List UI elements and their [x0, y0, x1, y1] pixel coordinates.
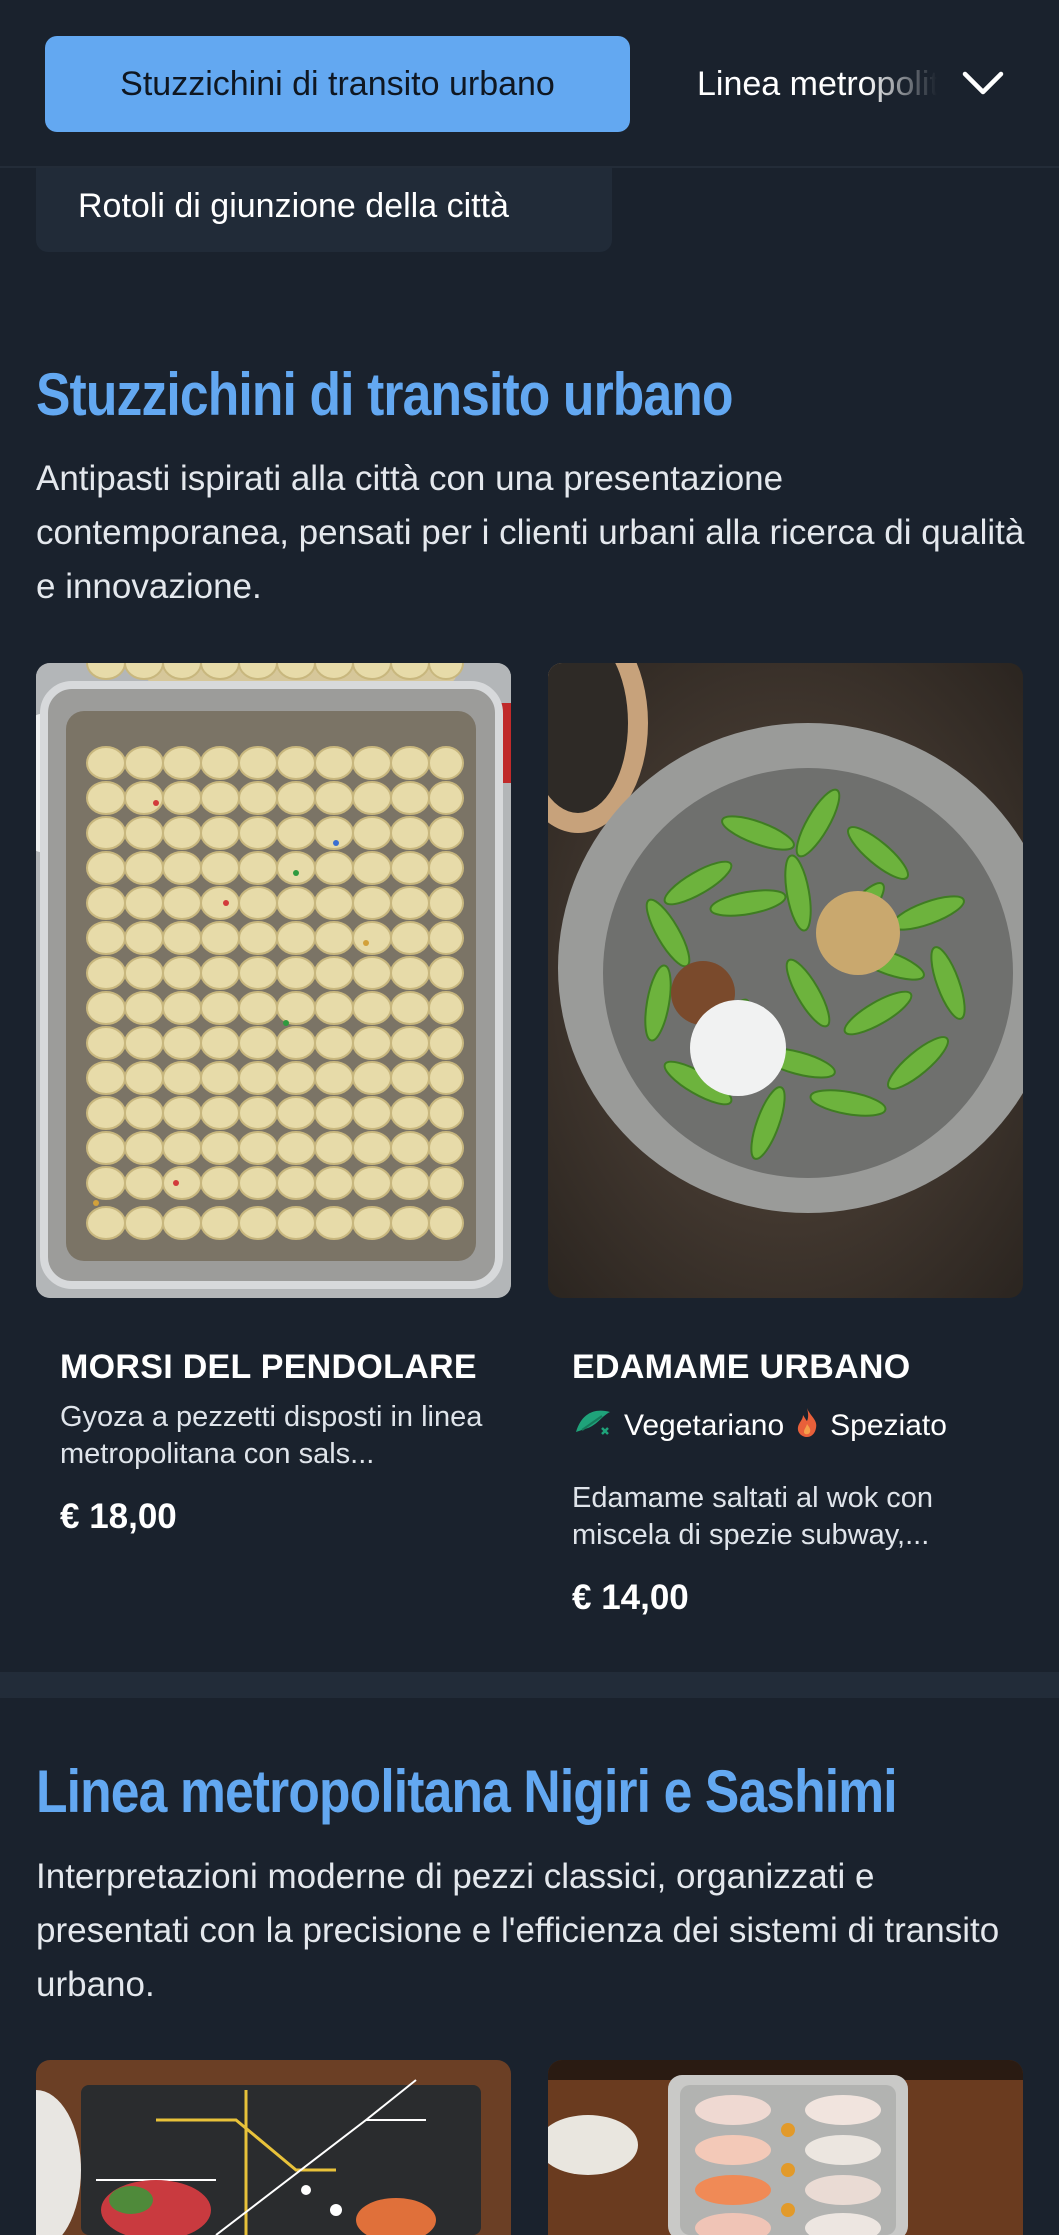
tag-vegetariano: Vegetariano	[572, 1406, 784, 1446]
section-title: Stuzzichini di transito urbano	[36, 361, 733, 428]
item-name: EDAMAME URBANO	[572, 1348, 911, 1386]
tag-label: Speziato	[830, 1409, 947, 1442]
item-name: MORSI DEL PENDOLARE	[60, 1348, 477, 1386]
dropdown-item-rotoli[interactable]: Rotoli di giunzione della città	[36, 160, 612, 252]
section-title: Linea metropolitana Nigiri e Sashimi	[36, 1758, 898, 1825]
section-description: Antipasti ispirati alla città con una pr…	[36, 459, 1025, 606]
tag-speziato: Speziato	[794, 1406, 947, 1446]
dumpling-tray-photo[interactable]	[36, 663, 511, 1298]
item-description: Gyoza a pezzetti disposti in linea metro…	[60, 1401, 483, 1470]
item-price: € 14,00	[572, 1578, 689, 1617]
flame-icon	[794, 1406, 820, 1446]
leaf-icon	[572, 1406, 614, 1446]
item-price: € 18,00	[60, 1497, 177, 1536]
section-description: Interpretazioni moderne di pezzi classic…	[36, 1857, 1000, 2004]
category-tab-bar: Stuzzichini di transito urbano Linea met…	[0, 0, 1059, 168]
section-divider	[0, 1672, 1059, 1698]
chevron-down-icon[interactable]	[955, 56, 1011, 112]
tab-linea-metropolitana[interactable]: Linea metropolitana Nigiri e Sashimi	[697, 36, 937, 132]
item-tags: Vegetariano Speziato	[572, 1406, 947, 1446]
sashimi-metro-map-photo[interactable]	[36, 2060, 511, 2235]
tag-label: Vegetariano	[624, 1409, 785, 1442]
nigiri-plate-photo[interactable]	[548, 2060, 1023, 2235]
item-description: Edamame saltati al wok con miscela di sp…	[572, 1482, 934, 1551]
edamame-bowl-photo[interactable]	[548, 663, 1023, 1298]
tab-stuzzichini[interactable]: Stuzzichini di transito urbano	[45, 36, 630, 132]
